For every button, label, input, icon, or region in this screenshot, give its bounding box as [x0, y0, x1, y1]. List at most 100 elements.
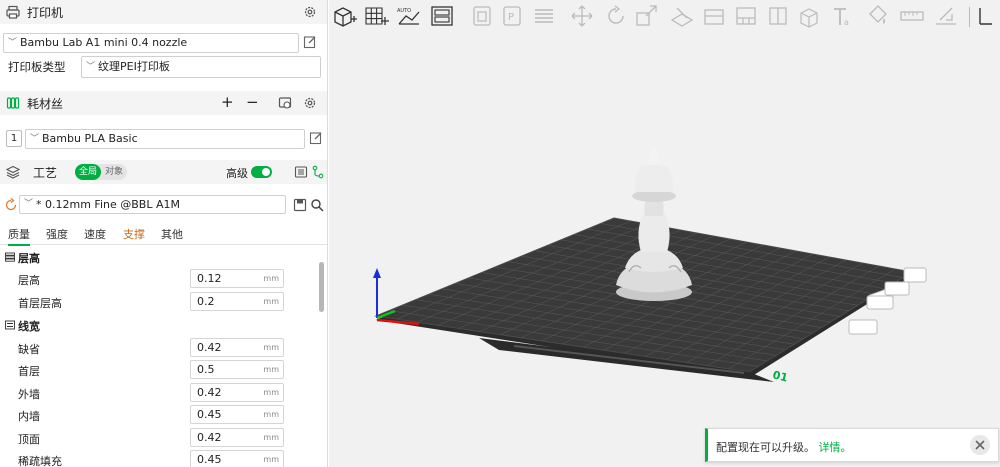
- plate-layout-icon[interactable]: [429, 4, 455, 28]
- plate-settings-button[interactable]: [903, 267, 927, 283]
- toggle-knob: [262, 168, 270, 176]
- setting-input[interactable]: 0.42 mm: [190, 428, 284, 447]
- filament-icon: [6, 97, 20, 109]
- printer-icon: [6, 5, 20, 19]
- process-section-title: 工艺: [33, 166, 58, 180]
- printer-select[interactable]: ﹀ Bambu Lab A1 mini 0.4 nozzle: [3, 33, 299, 53]
- plate-orient-button[interactable]: [866, 295, 894, 310]
- setting-input[interactable]: 0.42 mm: [190, 383, 284, 402]
- group-layer-height: 层高: [0, 248, 318, 266]
- process-preset-select[interactable]: ﹀ * 0.12mm Fine @BBL A1M: [19, 195, 286, 214]
- list-view-icon[interactable]: [294, 165, 308, 179]
- plate-arrange-button[interactable]: [884, 281, 910, 296]
- setting-input[interactable]: 0.45 mm: [190, 450, 284, 467]
- setting-input[interactable]: 0.5 mm: [190, 360, 284, 379]
- printer-settings-gear-icon[interactable]: [303, 5, 317, 19]
- setting-unit: mm: [263, 365, 279, 374]
- cut-icon[interactable]: [669, 4, 695, 28]
- svg-text:a: a: [844, 18, 849, 27]
- tab-quality[interactable]: 质量: [8, 226, 30, 246]
- setting-unit: mm: [263, 433, 279, 442]
- setting-label: 外墙: [18, 388, 40, 401]
- printer-section-header[interactable]: 打印机: [0, 0, 327, 24]
- setting-input[interactable]: 0.45 mm: [190, 405, 284, 424]
- process-section-header[interactable]: 工艺 全局 对象 高级: [0, 160, 327, 184]
- notification-details-link[interactable]: 详情。: [819, 441, 852, 454]
- filament-slot-badge[interactable]: 1: [6, 130, 22, 147]
- group-title: 线宽: [18, 320, 40, 333]
- scale-icon[interactable]: [634, 4, 660, 28]
- filament-name: Bambu PLA Basic: [42, 132, 138, 145]
- process-preset-name: * 0.12mm Fine @BBL A1M: [36, 198, 180, 211]
- plate-type-value: 纹理PEI打印板: [98, 60, 170, 73]
- setting-unit: mm: [263, 410, 279, 419]
- tab-strength[interactable]: 强度: [46, 226, 68, 242]
- setting-value: 0.42: [197, 341, 222, 354]
- layers-list-icon[interactable]: [531, 4, 557, 28]
- setting-label: 首层层高: [18, 297, 62, 310]
- setting-value: 0.42: [197, 431, 222, 444]
- remove-filament-button[interactable]: −: [246, 93, 259, 111]
- setting-label: 稀疏填充: [18, 455, 62, 467]
- grid-plus-icon[interactable]: [363, 4, 389, 28]
- setting-row: 顶面 0.42 mm: [0, 428, 318, 448]
- tab-support[interactable]: 支撑: [123, 226, 145, 242]
- group-title: 层高: [18, 252, 40, 265]
- 3d-viewport[interactable]: 01 AUTO P a 配置现在可以升级。 详情。: [329, 0, 1000, 467]
- edit-printer-icon[interactable]: [303, 35, 317, 49]
- setting-value: 0.5: [197, 363, 215, 376]
- search-icon[interactable]: [310, 198, 324, 212]
- compare-presets-icon[interactable]: [311, 165, 325, 179]
- scope-global-option[interactable]: 全局: [75, 164, 101, 180]
- add-cube-icon[interactable]: [331, 4, 357, 28]
- orient-icon[interactable]: [469, 4, 495, 28]
- setting-input[interactable]: 0.2 mm: [190, 292, 284, 311]
- support-paint-icon[interactable]: [733, 4, 759, 28]
- scope-object-option[interactable]: 对象: [102, 164, 126, 180]
- filament-settings-gear-icon[interactable]: [303, 96, 317, 110]
- setting-row: 首层 0.5 mm: [0, 360, 318, 380]
- close-icon[interactable]: [970, 435, 990, 455]
- filament-select[interactable]: ﹀ Bambu PLA Basic: [25, 129, 305, 149]
- reset-preset-icon[interactable]: [4, 198, 18, 212]
- tab-others[interactable]: 其他: [161, 226, 183, 242]
- measure-icon[interactable]: [899, 4, 925, 28]
- move-icon[interactable]: [569, 4, 595, 28]
- setting-input[interactable]: 0.12 mm: [190, 269, 284, 288]
- line-width-icon: [5, 320, 15, 330]
- flatten-icon[interactable]: [933, 4, 959, 28]
- z-axis-arrow: [373, 268, 381, 278]
- variable-height-icon[interactable]: [974, 4, 1000, 28]
- settings-scrollbar[interactable]: [319, 262, 324, 312]
- filament-section-header[interactable]: 耗材丝 + −: [0, 91, 327, 115]
- add-filament-button[interactable]: +: [221, 93, 234, 111]
- setting-label: 层高: [18, 274, 40, 287]
- chevron-down-icon: ﹀: [24, 199, 34, 209]
- filament-sync-icon[interactable]: [278, 96, 292, 110]
- setting-unit: mm: [263, 388, 279, 397]
- svg-text:AUTO: AUTO: [397, 8, 411, 14]
- seam-icon[interactable]: [765, 4, 791, 28]
- build-plate-scene[interactable]: 01: [329, 0, 1000, 467]
- lay-on-face-icon[interactable]: [701, 4, 727, 28]
- plate-icon[interactable]: P: [499, 4, 525, 28]
- auto-arrange-icon[interactable]: AUTO: [396, 4, 422, 28]
- chevron-down-icon: ﹀: [86, 62, 96, 72]
- setting-unit: mm: [263, 297, 279, 306]
- setting-row: 外墙 0.42 mm: [0, 383, 318, 403]
- save-preset-icon[interactable]: [293, 198, 307, 212]
- color-paint-icon[interactable]: [864, 4, 890, 28]
- tab-speed[interactable]: 速度: [84, 226, 106, 242]
- setting-value: 0.2: [197, 295, 215, 308]
- advanced-toggle[interactable]: [251, 166, 272, 178]
- setting-input[interactable]: 0.42 mm: [190, 338, 284, 357]
- rotate-icon[interactable]: [603, 4, 629, 28]
- svg-text:P: P: [508, 12, 514, 23]
- text-icon[interactable]: a: [829, 4, 855, 28]
- scope-toggle[interactable]: 全局 对象: [75, 164, 127, 180]
- plate-lock-button[interactable]: [848, 319, 878, 335]
- plate-type-select[interactable]: ﹀ 纹理PEI打印板: [81, 56, 321, 78]
- setting-value: 0.45: [197, 408, 222, 421]
- edit-filament-icon[interactable]: [309, 131, 323, 145]
- assembly-icon[interactable]: [796, 4, 822, 28]
